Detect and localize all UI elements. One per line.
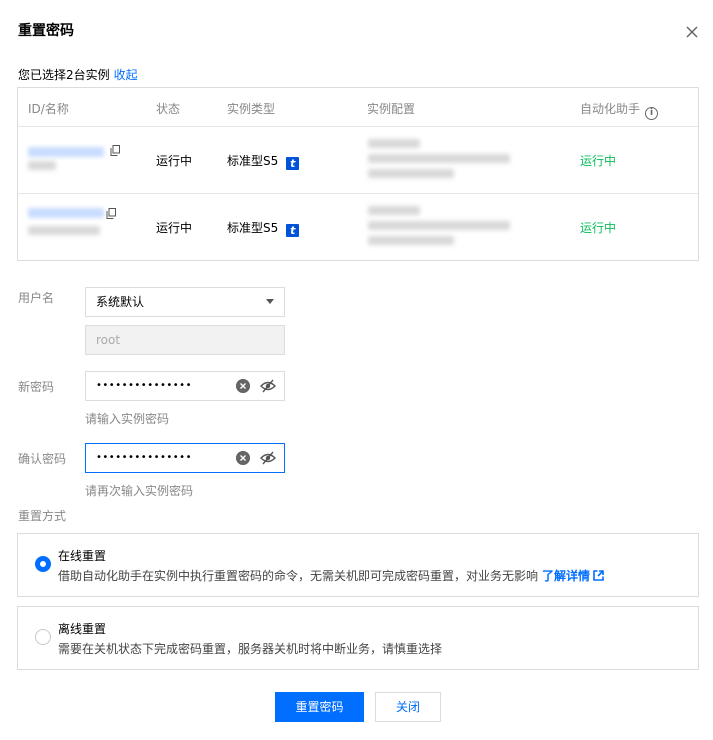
- learn-more-link[interactable]: 了解详情: [542, 569, 604, 583]
- config-line: [368, 139, 420, 148]
- confirm-password-label: 确认密码: [18, 452, 67, 466]
- confirm-password-field[interactable]: •••••••••••••••: [85, 443, 285, 473]
- selection-summary: 您已选择2台实例 收起: [18, 66, 138, 83]
- external-link-icon: [593, 570, 604, 581]
- info-icon[interactable]: i: [645, 107, 659, 120]
- instance-name: [28, 226, 100, 235]
- confirm-password-value: •••••••••••••••: [96, 452, 192, 463]
- confirm-password-hint: 请再次输入实例密码: [85, 484, 194, 498]
- clear-icon[interactable]: [236, 451, 250, 465]
- eye-hidden-icon[interactable]: [260, 451, 276, 465]
- copy-icon[interactable]: [110, 145, 120, 156]
- instance-type: 标准型S5 t: [227, 219, 300, 237]
- dialog-title: 重置密码: [18, 23, 74, 39]
- instance-name: [28, 161, 56, 170]
- learn-more-label: 了解详情: [542, 569, 591, 583]
- config-line: [368, 154, 510, 163]
- option-description: 需要在关机状态下完成密码重置，服务器关机时将中断业务，请慎重选择: [58, 642, 443, 656]
- close-icon[interactable]: [684, 24, 700, 40]
- username-select[interactable]: 系统默认: [85, 287, 285, 317]
- config-line: [368, 236, 454, 245]
- instance-type: 标准型S5 t: [227, 152, 300, 170]
- header-assistant: 自动化助手 i: [580, 100, 659, 120]
- table-row: 运行中 标准型S5 t 运行中: [18, 194, 698, 261]
- selection-count-text: 您已选择2台实例: [18, 68, 110, 82]
- new-password-label: 新密码: [18, 380, 55, 394]
- instance-type-text: 标准型S5: [227, 154, 279, 168]
- new-password-value: •••••••••••••••: [96, 380, 192, 391]
- chevron-down-icon: [266, 299, 274, 304]
- radio-selected[interactable]: [35, 556, 51, 572]
- header-config: 实例配置: [367, 102, 416, 116]
- header-status: 状态: [156, 102, 181, 116]
- config-line: [368, 169, 454, 178]
- new-password-hint: 请输入实例密码: [85, 412, 170, 426]
- header-id-name: ID/名称: [28, 102, 69, 116]
- config-line: [368, 206, 420, 215]
- header-assistant-label: 自动化助手: [580, 102, 641, 116]
- instance-table: ID/名称 状态 实例类型 实例配置 自动化助手 i 运行中 标准型S5 t 运行中…: [17, 87, 699, 261]
- assistant-status: 运行中: [580, 154, 617, 168]
- assistant-status: 运行中: [580, 221, 617, 235]
- type-badge-icon: t: [286, 224, 300, 237]
- table-header: ID/名称 状态 实例类型 实例配置 自动化助手 i: [18, 88, 698, 127]
- new-password-field[interactable]: •••••••••••••••: [85, 371, 285, 401]
- instance-type-text: 标准型S5: [227, 221, 279, 235]
- clear-icon[interactable]: [236, 379, 250, 393]
- instance-id-link[interactable]: [28, 208, 104, 218]
- reset-method-label: 重置方式: [18, 509, 67, 523]
- eye-hidden-icon[interactable]: [260, 379, 276, 393]
- option-offline-reset[interactable]: 离线重置 需要在关机状态下完成密码重置，服务器关机时将中断业务，请慎重选择: [17, 606, 699, 670]
- table-row: 运行中 标准型S5 t 运行中: [18, 127, 698, 194]
- username-input: root: [85, 325, 285, 355]
- option-online-reset[interactable]: 在线重置 借助自动化助手在实例中执行重置密码的命令，无需关机即可完成密码重置，对…: [17, 533, 699, 597]
- header-type: 实例类型: [227, 102, 276, 116]
- username-select-value: 系统默认: [96, 295, 145, 309]
- radio-unselected[interactable]: [35, 629, 51, 645]
- option-description-text: 借助自动化助手在实例中执行重置密码的命令，无需关机即可完成密码重置，对业务无影响: [58, 569, 539, 583]
- status-text: 运行中: [156, 221, 193, 235]
- copy-icon[interactable]: [106, 208, 116, 219]
- reset-password-button[interactable]: 重置密码: [275, 692, 364, 722]
- option-title: 在线重置: [58, 549, 107, 563]
- collapse-link[interactable]: 收起: [114, 68, 138, 82]
- status-text: 运行中: [156, 154, 193, 168]
- type-badge-icon: t: [286, 157, 300, 170]
- username-label: 用户名: [18, 291, 55, 305]
- config-line: [368, 221, 510, 230]
- close-button[interactable]: 关闭: [375, 692, 441, 722]
- option-description: 借助自动化助手在实例中执行重置密码的命令，无需关机即可完成密码重置，对业务无影响…: [58, 567, 604, 584]
- option-title: 离线重置: [58, 622, 107, 636]
- instance-id-link[interactable]: [28, 147, 104, 157]
